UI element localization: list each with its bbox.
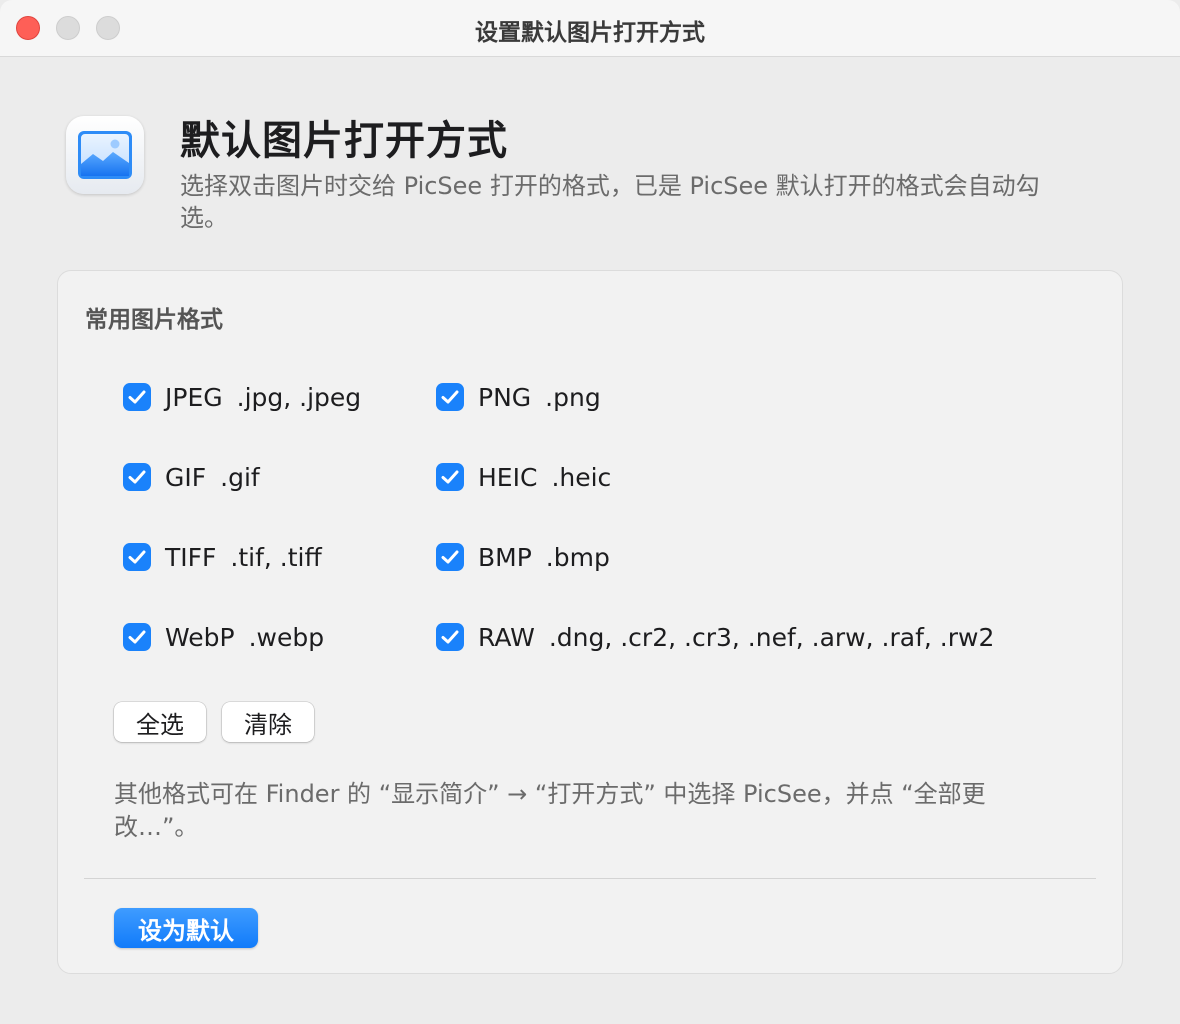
format-name: RAW <box>478 622 535 652</box>
format-png-checkbox[interactable]: PNG .png <box>436 382 601 412</box>
format-extensions: .dng, .cr2, .cr3, .nef, .arw, .raf, .rw2 <box>548 622 995 652</box>
format-name: GIF <box>165 462 207 492</box>
clear-button[interactable]: 清除 <box>222 702 314 742</box>
checkmark-icon <box>436 543 464 571</box>
checkmark-icon <box>123 623 151 651</box>
format-name: BMP <box>478 542 532 572</box>
format-bmp-checkbox[interactable]: BMP .bmp <box>436 542 610 572</box>
settings-window: 设置默认图片打开方式 默认图片打开方式 选择双击图片时交给 PicSee 打开的… <box>0 0 1180 1024</box>
format-gif-checkbox[interactable]: GIF .gif <box>123 462 260 492</box>
format-name: WebP <box>165 622 235 652</box>
format-extensions: .bmp <box>545 542 610 572</box>
format-webp-checkbox[interactable]: WebP .webp <box>123 622 324 652</box>
format-extensions: .heic <box>551 462 612 492</box>
picture-app-icon <box>66 116 144 194</box>
section-title: 常用图片格式 <box>85 307 223 333</box>
format-heic-checkbox[interactable]: HEIC .heic <box>436 462 611 492</box>
finder-hint-text: 其他格式可在 Finder 的 “显示简介” → “打开方式” 中选择 PicS… <box>114 780 986 841</box>
format-tiff-checkbox[interactable]: TIFF .tif, .tiff <box>123 542 322 572</box>
format-name: HEIC <box>478 462 538 492</box>
checkmark-icon <box>436 383 464 411</box>
format-extensions: .gif <box>220 462 260 492</box>
checkmark-icon <box>123 383 151 411</box>
format-extensions: .png <box>545 382 601 412</box>
format-jpeg-checkbox[interactable]: JPEG .jpg, .jpeg <box>123 382 361 412</box>
divider <box>84 878 1096 879</box>
set-default-button[interactable]: 设为默认 <box>114 908 258 948</box>
checkmark-icon <box>436 463 464 491</box>
format-extensions: .jpg, .jpeg <box>236 382 362 412</box>
checkmark-icon <box>123 543 151 571</box>
select-all-button[interactable]: 全选 <box>114 702 206 742</box>
format-raw-checkbox[interactable]: RAW .dng, .cr2, .cr3, .nef, .arw, .raf, .… <box>436 622 994 652</box>
page-subtitle: 选择双击图片时交给 PicSee 打开的格式，已是 PicSee 默认打开的格式… <box>180 172 1040 232</box>
page-title: 默认图片打开方式 <box>180 118 508 164</box>
checkmark-icon <box>436 623 464 651</box>
format-extensions: .tif, .tiff <box>230 542 322 572</box>
window-title: 设置默认图片打开方式 <box>475 20 705 46</box>
title-bar: 设置默认图片打开方式 <box>0 0 1180 57</box>
format-name: JPEG <box>165 382 223 412</box>
format-name: TIFF <box>165 542 217 572</box>
checkmark-icon <box>123 463 151 491</box>
format-name: PNG <box>478 382 532 412</box>
format-extensions: .webp <box>248 622 325 652</box>
